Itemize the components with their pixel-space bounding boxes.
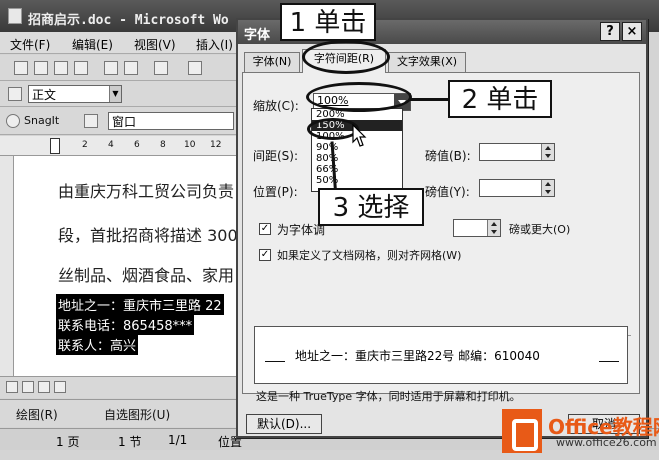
font-info-text: 这是一种 TrueType 字体，同时适用于屏幕和打印机。	[256, 390, 521, 403]
spacing-by-spinner[interactable]	[479, 143, 555, 161]
spinner-arrows-icon[interactable]	[541, 144, 554, 160]
selected-line: 联系人：高兴	[56, 334, 139, 355]
tab-text-effects[interactable]: 文字效果(X)	[388, 52, 466, 72]
spinner-arrows-icon[interactable]	[541, 180, 554, 196]
tab-highlight-ellipse	[302, 40, 390, 74]
window-combo-value: 窗口	[112, 115, 137, 129]
office-logo-icon	[502, 409, 542, 453]
scale-option[interactable]: 80%	[312, 153, 402, 164]
menu-edit[interactable]: 编辑(E)	[72, 36, 113, 53]
doc-line: 段，首批招商将描述 300	[58, 226, 238, 245]
spinner-arrows-icon[interactable]	[487, 220, 500, 236]
menu-view[interactable]: 视图(V)	[134, 36, 176, 53]
ruler-tick: 2	[82, 140, 88, 150]
save-icon[interactable]	[54, 61, 68, 75]
screenshot-root: 招商启示.doc - Microsoft Wo 文件(F) 编辑(E) 视图(V…	[0, 0, 659, 460]
logo-line-2: www.office26.com	[556, 436, 657, 449]
print-icon[interactable]	[104, 61, 118, 75]
styles-pane-icon[interactable]	[8, 87, 22, 101]
scale-highlight-ellipse	[306, 82, 412, 112]
standard-toolbar	[0, 55, 240, 81]
callout-step-3: 3 选择	[318, 188, 424, 226]
style-combo[interactable]: 正文 ▼	[28, 85, 122, 103]
callout-step-2: 2 单击	[448, 80, 552, 118]
capture-icon[interactable]	[84, 114, 98, 128]
default-button[interactable]: 默认(D)...	[246, 414, 322, 434]
grid-checkbox[interactable]: ✓	[259, 249, 271, 261]
kerning-checkbox[interactable]: ✓	[259, 223, 271, 235]
selected-line: 联系电话：865458***	[56, 314, 195, 335]
autoshape-menu[interactable]: 自选图形(U)	[104, 406, 170, 423]
window-combo[interactable]: 窗口	[108, 112, 234, 130]
doc-line: 由重庆万科工贸公司负责	[58, 182, 235, 201]
spacing-label: 间距(S):	[253, 149, 299, 163]
tab-font[interactable]: 字体(N)	[244, 52, 300, 72]
style-combo-value: 正文	[32, 88, 57, 102]
print-preview-icon[interactable]	[124, 61, 138, 75]
word-doc-icon	[8, 8, 22, 24]
scale-label: 缩放(C):	[253, 99, 299, 113]
grid-label: 如果定义了文档网格，则对齐网格(W)	[277, 249, 462, 262]
open-icon[interactable]	[34, 61, 48, 75]
draw-menu[interactable]: 绘图(R)	[16, 406, 58, 423]
snagit-label[interactable]: SnagIt	[24, 114, 59, 127]
new-doc-icon[interactable]	[14, 61, 28, 75]
callout-2-leader	[410, 98, 450, 101]
status-section: 1 节	[118, 435, 142, 449]
drawing-toolbar: 绘图(R) 自选图形(U)	[0, 399, 240, 427]
ruler-tick: 6	[134, 140, 140, 150]
dialog-title: 字体	[244, 28, 271, 43]
ruler-tick: 12	[210, 140, 222, 150]
permission-icon[interactable]	[74, 61, 88, 75]
close-button[interactable]: ×	[622, 22, 642, 41]
kerning-spinner[interactable]	[453, 219, 501, 237]
ruler-tick: 10	[184, 140, 196, 150]
normal-view-icon[interactable]	[6, 381, 18, 393]
web-view-icon[interactable]	[22, 381, 34, 393]
traditional-chinese-icon[interactable]	[154, 61, 168, 75]
status-pages: 1/1	[168, 433, 188, 447]
selected-line: 地址之一：重庆市三里路 22	[56, 294, 224, 315]
font-dialog: 字体 ? × 字体(N) 字符间距(R) 文字效果(X) 缩放(C): 100%…	[236, 18, 648, 438]
print-view-icon[interactable]	[38, 381, 50, 393]
baseline-left	[265, 361, 285, 362]
kerning-suffix: 磅或更大(O)	[509, 223, 571, 236]
mouse-pointer-icon	[352, 124, 367, 147]
ruler-tick: 8	[160, 140, 166, 150]
baseline-right	[599, 361, 619, 362]
vertical-ruler	[0, 156, 14, 376]
document-area[interactable]: 由重庆万科工贸公司负责 段，首批招商将描述 300 丝制品、烟酒食品、家用 地址…	[14, 156, 240, 376]
preview-box: 地址之一：重庆市三里路22号 邮编：610040	[254, 326, 628, 384]
horizontal-ruler: 2 4 6 8 10 12	[0, 136, 240, 156]
view-buttons-bar	[0, 376, 240, 398]
office26-logo: Office教程网 www.office26.com	[496, 405, 659, 457]
ruler-tick: 4	[108, 140, 114, 150]
menu-insert[interactable]: 插入(I)	[196, 36, 233, 53]
chevron-down-icon[interactable]: ▼	[109, 86, 121, 102]
simplified-chinese-icon[interactable]	[188, 61, 202, 75]
position-by-label: 磅值(Y):	[425, 185, 470, 199]
position-label: 位置(P):	[253, 185, 298, 199]
word-window-title: 招商启示.doc - Microsoft Wo	[28, 13, 229, 28]
position-by-spinner[interactable]	[479, 179, 555, 197]
help-button[interactable]: ?	[600, 22, 620, 41]
preview-text: 地址之一：重庆市三里路22号 邮编：610040	[295, 349, 540, 363]
snagit-icon[interactable]	[6, 114, 20, 128]
snagit-toolbar: SnagIt 窗口	[0, 107, 240, 135]
word-menu-bar: 文件(F) 编辑(E) 视图(V) 插入(I)	[0, 32, 240, 54]
scale-option[interactable]: 50%	[312, 175, 402, 186]
status-page: 1 页	[56, 435, 80, 449]
callout-step-1: 1 单击	[280, 3, 376, 41]
doc-line: 丝制品、烟酒食品、家用	[58, 266, 235, 285]
outline-view-icon[interactable]	[54, 381, 66, 393]
indent-marker[interactable]	[50, 138, 60, 154]
spacing-by-label: 磅值(B):	[425, 149, 471, 163]
menu-file[interactable]: 文件(F)	[10, 36, 50, 53]
formatting-toolbar: 正文 ▼	[0, 81, 240, 107]
scale-option[interactable]: 66%	[312, 164, 402, 175]
